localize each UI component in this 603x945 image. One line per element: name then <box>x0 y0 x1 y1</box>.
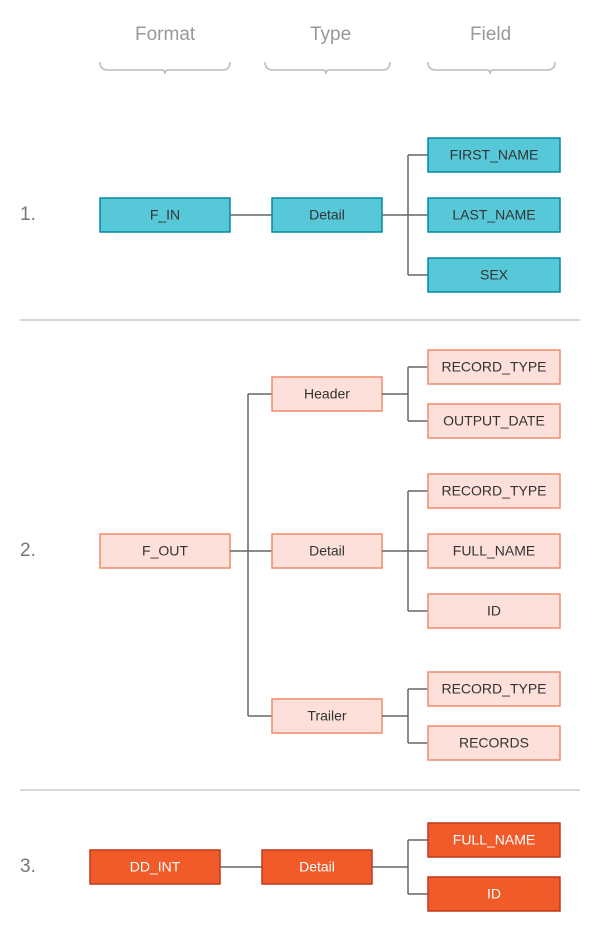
header-format: Format <box>135 24 196 45</box>
header-field: Field <box>470 24 511 45</box>
row2-type-trailer-label: Trailer <box>307 708 346 724</box>
row2-field-d2-label: FULL_NAME <box>453 543 535 559</box>
row1-number: 1. <box>20 204 36 225</box>
row3-number: 3. <box>20 856 36 877</box>
row2-type-header-label: Header <box>304 386 350 402</box>
row2-field-t1-label: RECORD_TYPE <box>441 681 546 697</box>
row3-field2-label: ID <box>487 886 501 902</box>
row2-field-h2-label: OUTPUT_DATE <box>443 413 545 429</box>
row2-field-h1-label: RECORD_TYPE <box>441 359 546 375</box>
row2-type-detail-label: Detail <box>309 543 345 559</box>
bracket-type <box>265 62 390 74</box>
row2-field-d3-label: ID <box>487 603 501 619</box>
row2-field-d1-label: RECORD_TYPE <box>441 483 546 499</box>
row2-number: 2. <box>20 540 36 561</box>
row2-format-label: F_OUT <box>142 543 188 559</box>
bracket-field <box>428 62 555 74</box>
header-type: Type <box>310 24 351 45</box>
row3-format-label: DD_INT <box>130 859 181 875</box>
diagram: Format Type Field 1. F_IN Detail FIRST_N… <box>20 20 583 925</box>
row1-type-label: Detail <box>309 207 345 223</box>
row1-field3-label: SEX <box>480 267 509 283</box>
row3-type-label: Detail <box>299 859 335 875</box>
row1-field1-label: FIRST_NAME <box>450 147 539 163</box>
row1-format-label: F_IN <box>150 207 180 223</box>
row3-field1-label: FULL_NAME <box>453 832 535 848</box>
row2-field-t2-label: RECORDS <box>459 735 529 751</box>
row1-field2-label: LAST_NAME <box>452 207 535 223</box>
bracket-format <box>100 62 230 74</box>
